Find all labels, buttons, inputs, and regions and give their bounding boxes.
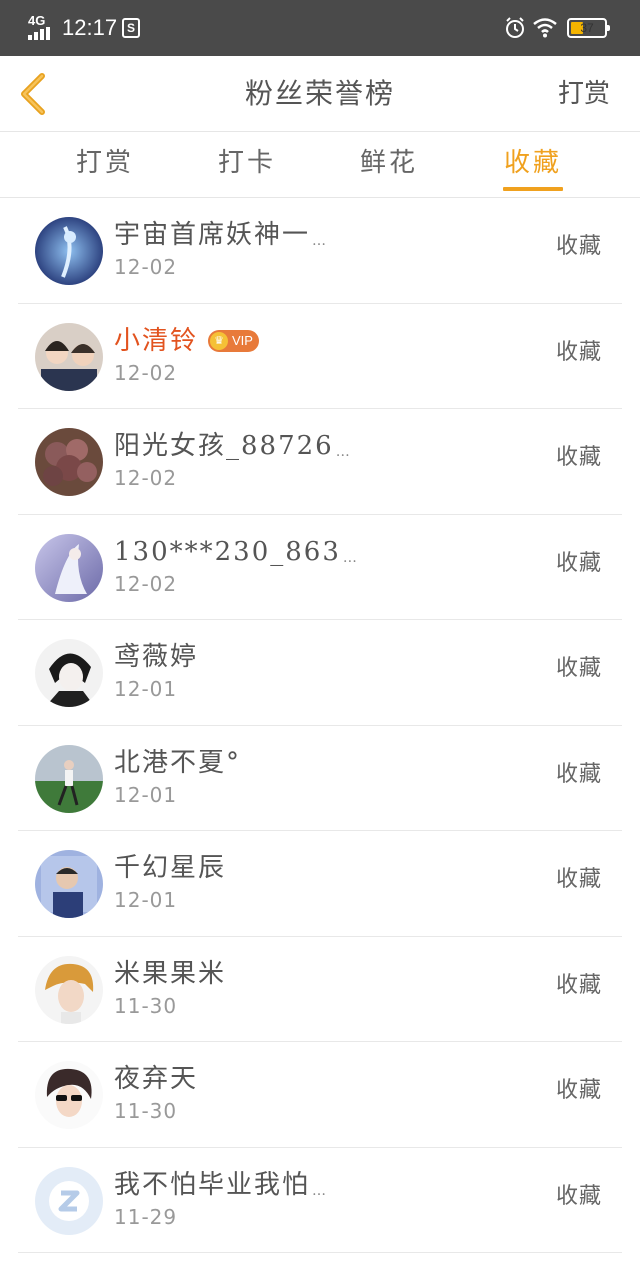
vip-badge: ♛ VIP [208,329,259,352]
back-button[interactable] [12,70,56,118]
status-bar: 4G 12:17 S 37 [0,0,640,56]
list-item[interactable]: 阳光女孩_88726… 12-02 收藏 [18,409,622,515]
user-name: 宇宙首席妖神一 [114,220,311,250]
action-label: 收藏 [555,445,602,470]
avatar[interactable] [35,322,103,391]
truncation-ellipsis: … [312,1182,327,1199]
avatar[interactable] [35,1061,103,1129]
wifi-icon [533,18,557,38]
vip-label: VIP [232,333,253,348]
avatar[interactable] [35,639,103,707]
fan-list: 宇宙首席妖神一… 12-02 收藏 小清铃 ♛ VIP 12-02 收藏 阳光女孩… [0,198,640,1253]
user-name: 米果果米 [114,958,227,989]
battery-icon: 37 [567,18,610,38]
date: 12-02 [114,360,178,385]
crown-icon: ♛ [210,331,229,350]
avatar[interactable] [35,428,103,496]
status-time: 12:17 [62,15,118,40]
list-item[interactable]: 鸢薇婷 12-01 收藏 [18,620,622,726]
date: 12-02 [114,255,178,279]
network-type: 4G [28,13,46,28]
action-label: 收藏 [555,339,602,365]
list-item[interactable]: 我不怕毕业我怕… 11-29 收藏 [18,1148,622,1253]
date: 12-01 [114,782,178,807]
date: 12-01 [114,677,178,701]
date: 11-29 [114,1204,178,1229]
action-label: 收藏 [555,234,602,259]
tab-checkin[interactable]: 打卡 [207,145,287,181]
avatar[interactable] [35,955,103,1024]
avatar[interactable] [35,850,103,918]
signal-icon: 4G [28,14,56,40]
date: 11-30 [114,993,178,1018]
truncation-ellipsis: … [312,233,327,249]
user-name: 千幻星辰 [114,853,227,883]
avatar[interactable] [35,1166,103,1235]
user-name: 鸢薇婷 [114,642,199,672]
user-name: 小清铃 [114,325,199,356]
battery-level: 37 [580,21,594,35]
truncation-ellipsis: … [335,444,350,460]
tab-reward[interactable]: 打赏 [65,145,145,181]
action-label: 收藏 [555,550,602,576]
chevron-left-icon [21,73,45,115]
list-item[interactable]: 宇宙首席妖神一… 12-02 收藏 [18,198,622,304]
list-item[interactable]: 米果果米 11-30 收藏 [18,937,622,1042]
tab-favorites[interactable]: 收藏 [493,145,573,181]
navigation-header: 粉丝荣誉榜 打赏 [0,56,640,132]
list-item[interactable]: 千幻星辰 12-01 收藏 [18,831,622,937]
action-label: 收藏 [555,972,602,998]
list-item[interactable]: 小清铃 ♛ VIP 12-02 收藏 [18,304,622,409]
reward-button[interactable]: 打赏 [558,76,610,112]
date: 11-30 [114,1099,178,1123]
user-name: 北港不夏° [114,747,242,778]
avatar[interactable] [35,744,103,813]
alarm-icon [506,17,524,38]
avatar[interactable] [35,533,103,602]
active-tab-indicator [503,187,563,191]
user-name: 130***230_863 [114,536,341,567]
date: 12-02 [114,571,178,596]
tab-flowers[interactable]: 鲜花 [349,145,429,181]
action-label: 收藏 [555,761,602,787]
app-notification-icon: S [122,18,140,38]
date: 12-02 [114,466,178,490]
list-item[interactable]: 130***230_863… 12-02 收藏 [18,515,622,620]
page-title: 粉丝荣誉榜 [244,77,395,110]
action-label: 收藏 [555,867,602,892]
list-item[interactable]: 北港不夏° 12-01 收藏 [18,726,622,831]
user-name: 我不怕毕业我怕 [114,1169,311,1200]
list-item[interactable]: 夜弃天 11-30 收藏 [18,1042,622,1148]
date: 12-01 [114,888,178,912]
avatar[interactable] [35,217,103,285]
truncation-ellipsis: … [342,549,357,566]
action-label: 收藏 [555,1183,602,1209]
user-name: 阳光女孩_88726 [114,431,334,461]
action-label: 收藏 [555,1078,602,1103]
action-label: 收藏 [555,656,602,681]
user-name: 夜弃天 [114,1064,199,1094]
